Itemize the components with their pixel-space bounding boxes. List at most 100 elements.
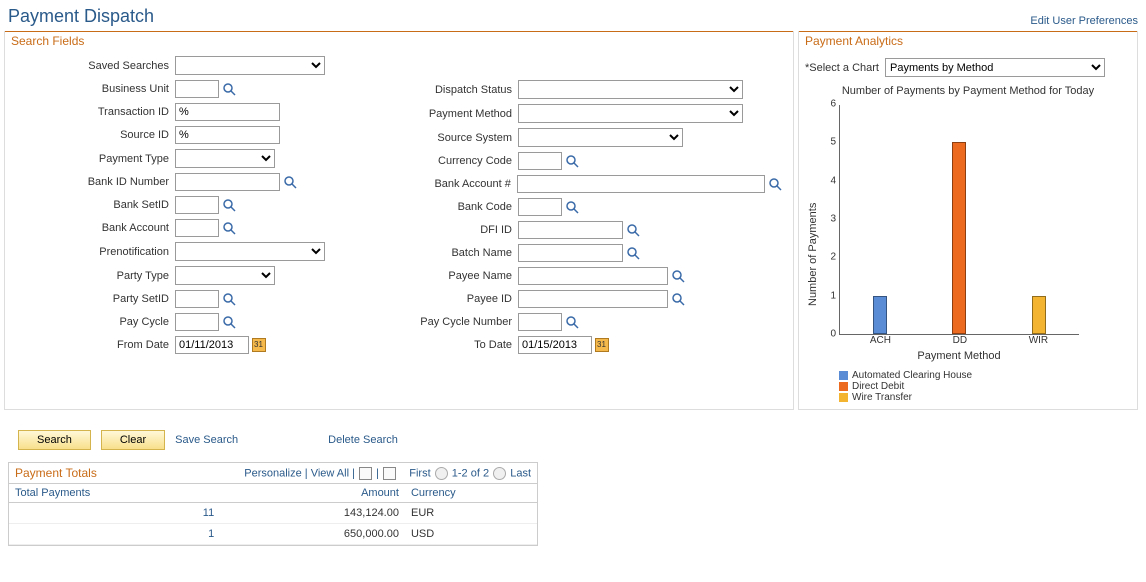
bank-account-label: Bank Account	[15, 222, 175, 234]
source-id-input[interactable]	[175, 126, 280, 144]
bank-id-number-label: Bank ID Number	[15, 176, 175, 188]
search-fields-title: Search Fields	[5, 31, 793, 52]
lookup-icon[interactable]	[670, 291, 686, 307]
lookup-icon[interactable]	[282, 174, 298, 190]
lookup-icon[interactable]	[767, 176, 783, 192]
personalize-link[interactable]: Personalize	[244, 467, 301, 479]
chart-ytick: 1	[830, 290, 836, 301]
calendar-icon[interactable]	[595, 338, 609, 352]
lookup-icon[interactable]	[221, 291, 237, 307]
business-unit-input[interactable]	[175, 80, 219, 98]
bank-id-number-input[interactable]	[175, 173, 280, 191]
pay-cycle-number-label: Pay Cycle Number	[363, 316, 518, 328]
zoom-icon[interactable]	[359, 467, 372, 480]
search-button[interactable]: Search	[18, 430, 91, 450]
batch-name-input[interactable]	[518, 244, 623, 262]
cell-currency: EUR	[405, 503, 537, 524]
chart-title: Number of Payments by Payment Method for…	[805, 85, 1131, 97]
chart-xtick: ACH	[870, 335, 891, 346]
col-total-payments[interactable]: Total Payments	[9, 484, 220, 503]
lookup-icon[interactable]	[564, 314, 580, 330]
payment-method-label: Payment Method	[363, 108, 518, 120]
lookup-icon[interactable]	[221, 81, 237, 97]
chart-plot-area: 0123456	[839, 105, 1079, 335]
batch-name-label: Batch Name	[363, 247, 518, 259]
pay-cycle-number-input[interactable]	[518, 313, 562, 331]
to-date-input[interactable]	[518, 336, 592, 354]
cell-amount: 143,124.00	[220, 503, 405, 524]
select-chart-select[interactable]: Payments by Method	[885, 58, 1105, 77]
payee-name-input[interactable]	[518, 267, 668, 285]
dfi-id-input[interactable]	[518, 221, 623, 239]
chart-xtick: DD	[953, 335, 967, 346]
dispatch-status-select[interactable]	[518, 80, 743, 99]
clear-button[interactable]: Clear	[101, 430, 165, 450]
bank-setid-input[interactable]	[175, 196, 219, 214]
currency-code-input[interactable]	[518, 152, 562, 170]
chart-bar	[873, 296, 887, 334]
save-search-link[interactable]: Save Search	[175, 434, 238, 446]
grid-range: 1-2 of 2	[452, 467, 489, 479]
prev-icon[interactable]	[435, 467, 448, 480]
lookup-icon[interactable]	[221, 220, 237, 236]
to-date-label: To Date	[363, 339, 518, 351]
legend-label: Automated Clearing House	[852, 370, 972, 381]
bank-account-num-input[interactable]	[517, 175, 765, 193]
pay-cycle-input[interactable]	[175, 313, 219, 331]
bank-code-label: Bank Code	[363, 201, 518, 213]
lookup-icon[interactable]	[221, 197, 237, 213]
payee-name-label: Payee Name	[363, 270, 518, 282]
cell-total-payments[interactable]: 11	[9, 503, 220, 524]
lookup-icon[interactable]	[625, 245, 641, 261]
legend-swatch	[839, 393, 848, 402]
party-type-select[interactable]	[175, 266, 275, 285]
legend-label: Direct Debit	[852, 381, 904, 392]
prenotification-select[interactable]	[175, 242, 325, 261]
payee-id-label: Payee ID	[363, 293, 518, 305]
delete-search-link[interactable]: Delete Search	[328, 434, 398, 446]
currency-code-label: Currency Code	[363, 155, 518, 167]
legend-label: Wire Transfer	[852, 392, 912, 403]
source-system-select[interactable]	[518, 128, 683, 147]
edit-user-preferences-link[interactable]: Edit User Preferences	[1030, 15, 1138, 27]
chart-ytick: 5	[830, 137, 836, 148]
bank-account-input[interactable]	[175, 219, 219, 237]
calendar-icon[interactable]	[252, 338, 266, 352]
lookup-icon[interactable]	[221, 314, 237, 330]
cell-total-payments[interactable]: 1	[9, 524, 220, 545]
payee-id-input[interactable]	[518, 290, 668, 308]
saved-searches-label: Saved Searches	[15, 60, 175, 72]
bank-setid-label: Bank SetID	[15, 199, 175, 211]
payment-type-select[interactable]	[175, 149, 275, 168]
party-setid-input[interactable]	[175, 290, 219, 308]
last-link[interactable]: Last	[510, 467, 531, 479]
lookup-icon[interactable]	[564, 153, 580, 169]
transaction-id-label: Transaction ID	[15, 106, 175, 118]
download-icon[interactable]	[383, 467, 396, 480]
chart-legend: Automated Clearing HouseDirect DebitWire…	[839, 370, 1079, 403]
chart-ytick: 3	[830, 214, 836, 225]
chart-ytick: 4	[830, 175, 836, 186]
payment-method-select[interactable]	[518, 104, 743, 123]
payment-type-label: Payment Type	[15, 153, 175, 165]
lookup-icon[interactable]	[564, 199, 580, 215]
from-date-label: From Date	[15, 339, 175, 351]
view-all-link[interactable]: View All	[311, 467, 349, 479]
transaction-id-input[interactable]	[175, 103, 280, 121]
legend-swatch	[839, 382, 848, 391]
party-type-label: Party Type	[15, 270, 175, 282]
from-date-input[interactable]	[175, 336, 249, 354]
payment-analytics-panel: Payment Analytics Select a Chart Payment…	[798, 31, 1138, 410]
col-currency[interactable]: Currency	[405, 484, 537, 503]
col-amount[interactable]: Amount	[220, 484, 405, 503]
chart-bar	[952, 142, 966, 334]
payment-totals-grid: Payment Totals Personalize | View All | …	[8, 462, 538, 546]
first-link[interactable]: First	[409, 467, 430, 479]
bank-code-input[interactable]	[518, 198, 562, 216]
source-id-label: Source ID	[15, 129, 175, 141]
saved-searches-select[interactable]	[175, 56, 325, 75]
next-icon[interactable]	[493, 467, 506, 480]
lookup-icon[interactable]	[625, 222, 641, 238]
chart-ytick: 6	[830, 99, 836, 110]
lookup-icon[interactable]	[670, 268, 686, 284]
